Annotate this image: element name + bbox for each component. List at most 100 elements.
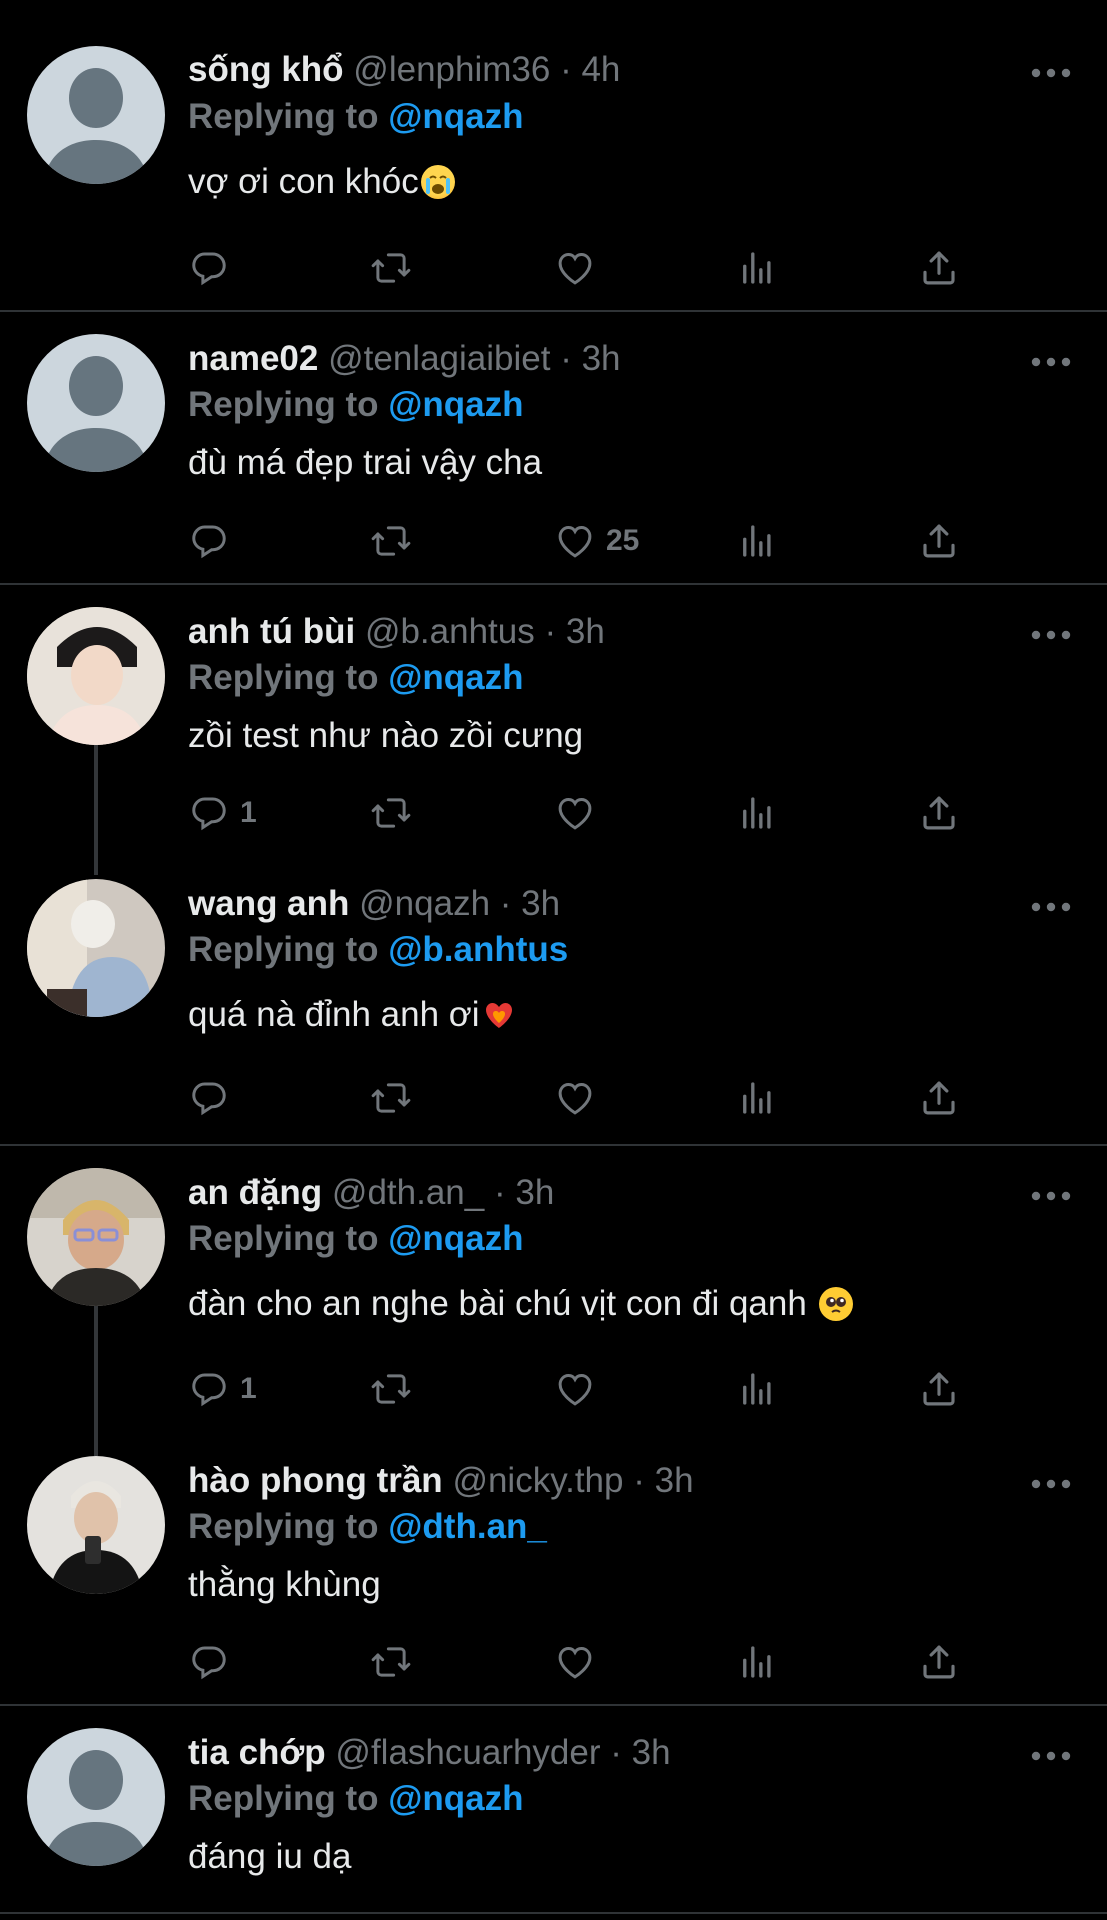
tweet[interactable]: sống khổ @lenphim36 · 4h Replying to @nq… [0,0,1107,310]
share-button[interactable] [918,1073,960,1123]
reply-count: 1 [240,1372,257,1405]
reply-button[interactable] [188,516,240,566]
views-button[interactable] [736,1637,778,1687]
timestamp[interactable]: 3h [655,1461,694,1500]
retweet-button[interactable] [370,1073,412,1123]
mention-link[interactable]: @nqazh [388,1219,523,1258]
like-button[interactable] [554,1073,606,1123]
replying-to: Replying to @nqazh [188,97,524,137]
handle[interactable]: @tenlagiaibiet [328,339,550,378]
avatar[interactable] [27,334,165,472]
views-button[interactable] [736,243,778,293]
avatar[interactable] [27,607,165,745]
more-icon[interactable] [1030,63,1072,83]
replying-label: Replying to [188,930,379,969]
like-button[interactable] [554,788,606,838]
reply-button[interactable] [188,1637,240,1687]
share-button[interactable] [918,243,960,293]
reply-icon [188,520,230,562]
tweet[interactable]: hào phong trần @nicky.thp · 3h Replying … [0,1434,1107,1704]
retweet-button[interactable] [370,516,412,566]
handle[interactable]: @flashcuarhyder [335,1733,600,1772]
display-name[interactable]: anh tú bùi [188,612,355,651]
display-name[interactable]: wang anh [188,884,349,923]
more-icon[interactable] [1030,1474,1072,1494]
reply-button[interactable] [188,1073,240,1123]
avatar[interactable] [27,46,165,184]
tweet-text-content: đù má đẹp trai vậy cha [188,443,543,482]
display-name[interactable]: hào phong trần [188,1461,443,1500]
separator: · [499,884,512,923]
handle[interactable]: @lenphim36 [353,50,550,89]
share-icon [918,792,960,834]
like-button[interactable]: 25 [554,516,639,566]
like-button[interactable] [554,1637,606,1687]
handle[interactable]: @dth.an_ [332,1173,484,1212]
mention-link[interactable]: @nqazh [388,1779,523,1818]
display-name[interactable]: an đặng [188,1173,322,1212]
avatar[interactable] [27,879,165,1017]
avatar[interactable] [27,1168,165,1306]
avatar[interactable] [27,1456,165,1594]
display-name[interactable]: tia chớp [188,1733,326,1772]
tweet-actions [188,1073,988,1123]
reply-button[interactable]: 1 [188,1364,257,1414]
handle[interactable]: @nicky.thp [452,1461,623,1500]
share-button[interactable] [918,1364,960,1414]
timestamp[interactable]: 3h [521,884,560,923]
mention-link[interactable]: @nqazh [388,658,523,697]
handle[interactable]: @b.anhtus [365,612,535,651]
retweet-button[interactable] [370,788,412,838]
timestamp[interactable]: 3h [632,1733,671,1772]
views-button[interactable] [736,1364,778,1414]
display-name[interactable]: name02 [188,339,318,378]
mention-link[interactable]: @dth.an_ [388,1507,547,1546]
timestamp[interactable]: 3h [566,612,605,651]
tweet[interactable]: anh tú bùi @b.anhtus · 3h Replying to @n… [0,585,1107,857]
share-icon [918,1077,960,1119]
more-icon[interactable] [1030,897,1072,917]
tweet-text: vợ ơi con khóc [188,161,455,203]
retweet-button[interactable] [370,1637,412,1687]
like-button[interactable] [554,243,606,293]
tweet-header: anh tú bùi @b.anhtus · 3h [188,612,605,652]
tweet[interactable]: wang anh @nqazh · 3h Replying to @b.anht… [0,857,1107,1145]
tweet[interactable]: name02 @tenlagiaibiet · 3h Replying to @… [0,312,1107,584]
replying-to: Replying to @b.anhtus [188,930,568,970]
more-icon[interactable] [1030,1746,1072,1766]
share-button[interactable] [918,788,960,838]
tweet-text: zồi test như nào zồi cưng [188,715,583,757]
tweet[interactable]: an đặng @dth.an_ · 3h Replying to @nqazh… [0,1146,1107,1436]
like-button[interactable] [554,1364,606,1414]
share-button[interactable] [918,516,960,566]
default-avatar-icon [27,1728,165,1866]
retweet-icon [370,792,412,834]
timestamp[interactable]: 3h [515,1173,554,1212]
reply-button[interactable]: 1 [188,788,257,838]
display-name[interactable]: sống khổ [188,50,344,89]
reply-button[interactable] [188,243,240,293]
more-icon[interactable] [1030,1186,1072,1206]
separator: · [633,1461,645,1500]
tweet-header: an đặng @dth.an_ · 3h [188,1173,554,1213]
retweet-icon [370,1368,412,1410]
retweet-button[interactable] [370,243,412,293]
tweet[interactable]: tia chớp @flashcuarhyder · 3h Replying t… [0,1706,1107,1920]
timestamp[interactable]: 4h [581,50,620,89]
share-icon [918,1641,960,1683]
mention-link[interactable]: @nqazh [388,97,523,136]
more-icon[interactable] [1030,352,1072,372]
views-button[interactable] [736,516,778,566]
views-button[interactable] [736,788,778,838]
replying-label: Replying to [188,1219,379,1258]
timestamp[interactable]: 3h [582,339,621,378]
handle[interactable]: @nqazh [359,884,490,923]
retweet-button[interactable] [370,1364,412,1414]
mention-link[interactable]: @b.anhtus [388,930,568,969]
avatar[interactable] [27,1728,165,1866]
views-button[interactable] [736,1073,778,1123]
share-button[interactable] [918,1637,960,1687]
tweet-text-content: quá nà đỉnh anh ơi [188,995,480,1034]
more-icon[interactable] [1030,625,1072,645]
mention-link[interactable]: @nqazh [388,385,523,424]
